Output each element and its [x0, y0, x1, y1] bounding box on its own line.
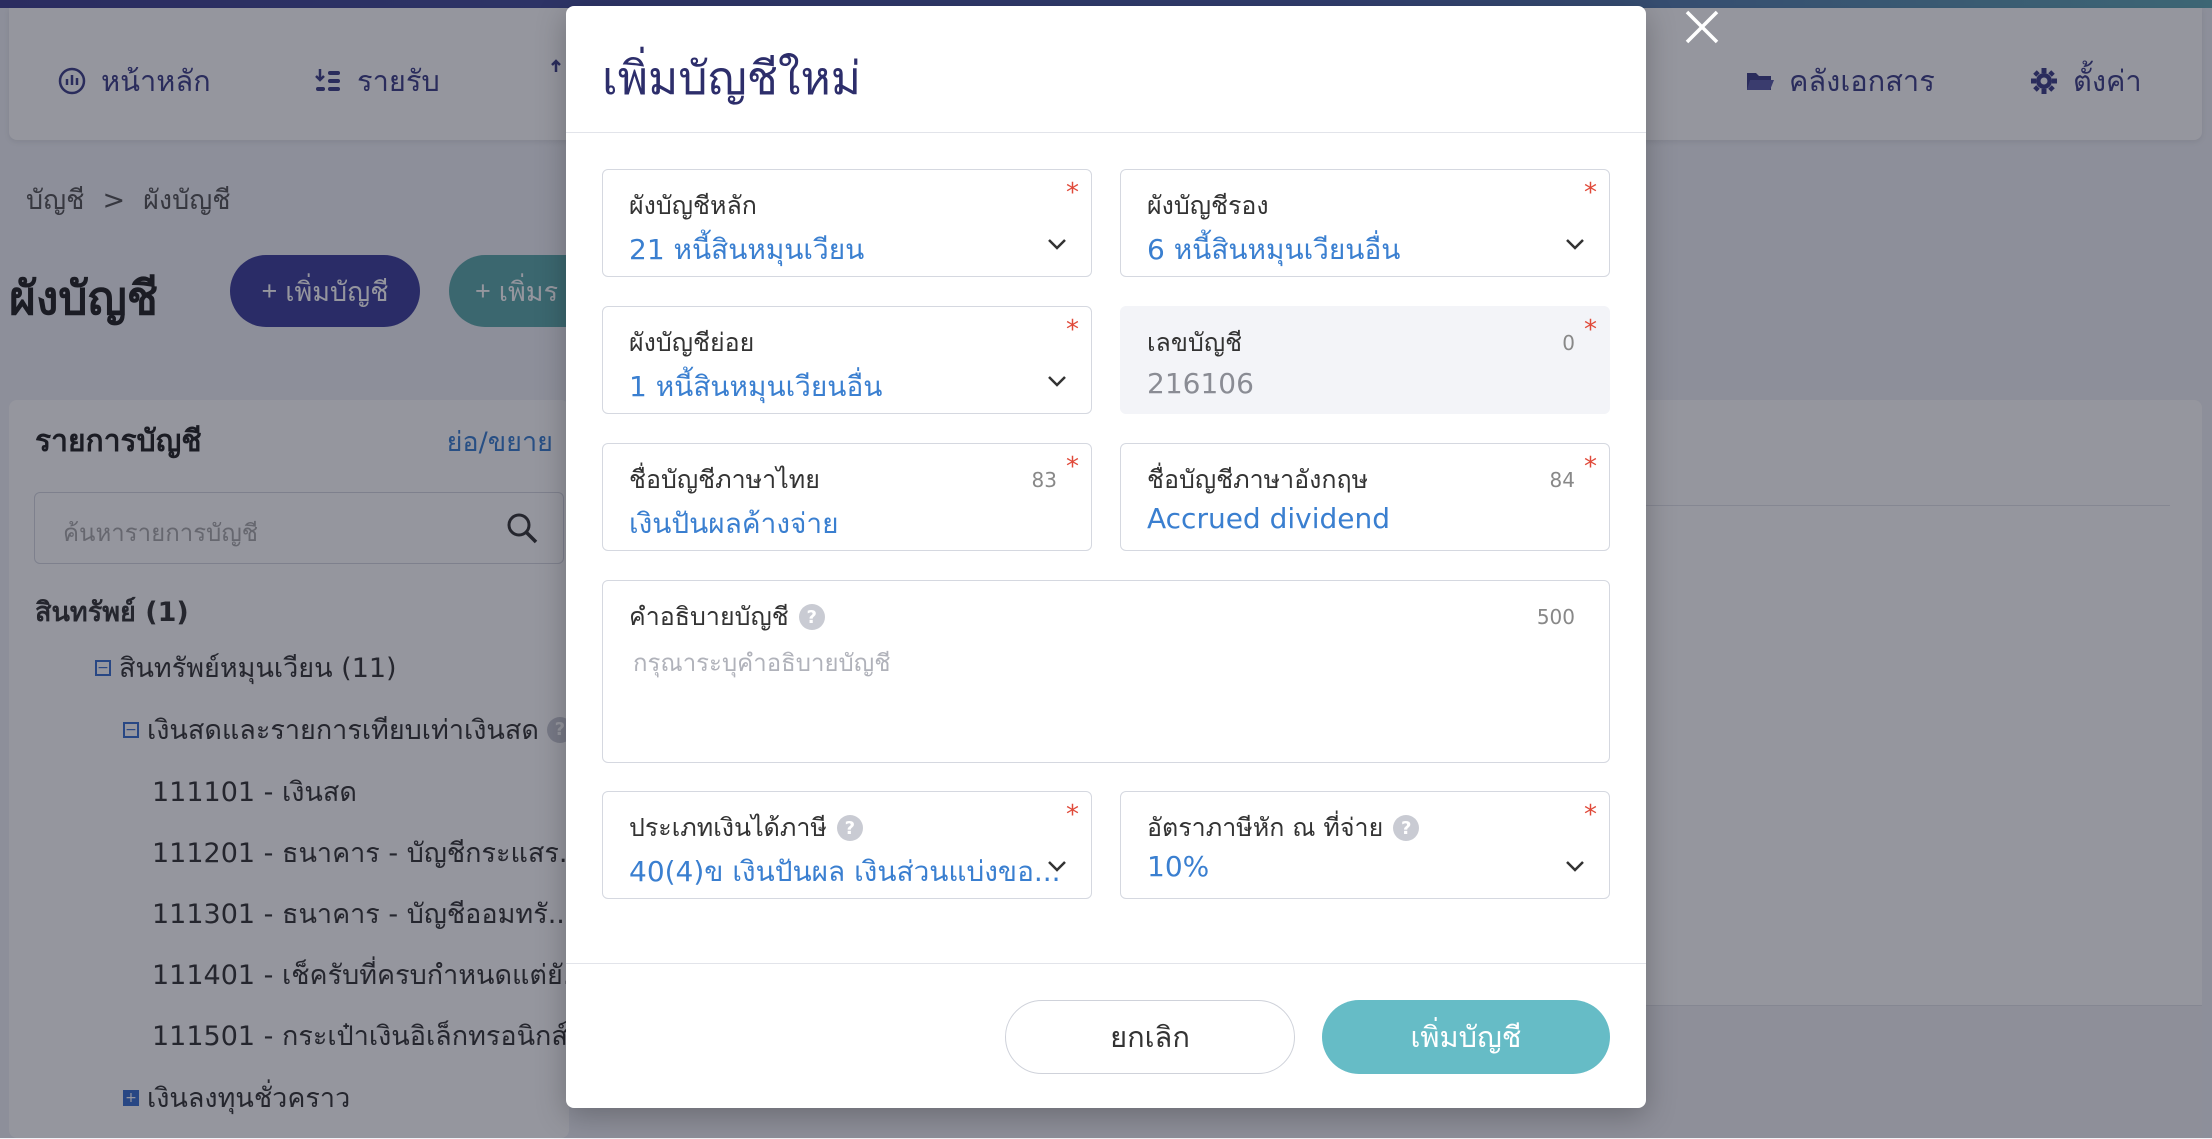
required-mark: *: [1066, 452, 1079, 482]
field-label: อัตราภาษีหัก ณ ที่จ่าย?: [1147, 808, 1420, 848]
english-name-input[interactable]: ชื่อบัญชีภาษาอังกฤษ * 84 Accrued dividen…: [1120, 443, 1610, 551]
chevron-down-icon: [1048, 239, 1066, 250]
field-value: เงินปันผลค้างจ่าย: [629, 507, 839, 540]
description-textarea[interactable]: คำอธิบายบัญชี? 500 กรุณาระบุคำอธิบายบัญช…: [602, 580, 1610, 763]
help-icon[interactable]: ?: [836, 815, 863, 841]
sub-chart-select[interactable]: ผังบัญชีรอง * 6 หนี้สินหมุนเวียนอื่น: [1120, 169, 1610, 277]
thai-name-input[interactable]: ชื่อบัญชีภาษาไทย * 83 เงินปันผลค้างจ่าย: [602, 443, 1092, 551]
cancel-button[interactable]: ยกเลิก: [1005, 1000, 1295, 1074]
add-account-modal: เพิ่มบัญชีใหม่ ผังบัญชีหลัก * 21 หนี้สิน…: [566, 6, 1646, 1108]
close-icon[interactable]: [1683, 8, 1721, 46]
withholding-tax-select[interactable]: อัตราภาษีหัก ณ ที่จ่าย? * 10%: [1120, 791, 1610, 899]
income-type-select[interactable]: ประเภทเงินได้ภาษี? * 40(4)ข เงินปันผล เง…: [602, 791, 1092, 899]
required-mark: *: [1066, 800, 1079, 830]
char-count: 500: [1536, 605, 1575, 629]
field-label: ชื่อบัญชีภาษาอังกฤษ: [1147, 465, 1369, 494]
field-value: 216106: [1147, 367, 1254, 400]
required-mark: *: [1584, 452, 1597, 482]
field-label: ผังบัญชีรอง: [1147, 191, 1269, 220]
field-label: ผังบัญชีย่อย: [629, 328, 755, 357]
field-label: ประเภทเงินได้ภาษี?: [629, 808, 863, 848]
field-label: ชื่อบัญชีภาษาไทย: [629, 465, 820, 494]
help-icon[interactable]: ?: [798, 604, 825, 630]
char-count: 83: [1031, 468, 1057, 492]
minor-chart-select[interactable]: ผังบัญชีย่อย * 1 หนี้สินหมุนเวียนอื่น: [602, 306, 1092, 414]
field-label: คำอธิบายบัญชี?: [629, 597, 825, 637]
char-count: 84: [1549, 468, 1575, 492]
modal-title: เพิ่มบัญชีใหม่: [602, 51, 862, 105]
chevron-down-icon: [1048, 376, 1066, 387]
divider: [566, 132, 1646, 133]
chevron-down-icon: [1566, 861, 1584, 872]
divider: [566, 963, 1646, 964]
field-value: Accrued dividend: [1147, 502, 1391, 535]
main-chart-select[interactable]: ผังบัญชีหลัก * 21 หนี้สินหมุนเวียน: [602, 169, 1092, 277]
account-number-field: เลขบัญชี * 0 216106: [1120, 306, 1610, 414]
required-mark: *: [1584, 800, 1597, 830]
field-label: เลขบัญชี: [1147, 328, 1243, 357]
field-value: 6 หนี้สินหมุนเวียนอื่น: [1147, 233, 1401, 266]
required-mark: *: [1584, 315, 1597, 345]
required-mark: *: [1066, 178, 1079, 208]
field-value: 10%: [1147, 850, 1210, 883]
field-label: ผังบัญชีหลัก: [629, 191, 757, 220]
chevron-down-icon: [1566, 239, 1584, 250]
chevron-down-icon: [1048, 861, 1066, 872]
help-icon[interactable]: ?: [1393, 815, 1420, 841]
field-value: 1 หนี้สินหมุนเวียนอื่น: [629, 370, 883, 403]
field-placeholder: กรุณาระบุคำอธิบายบัญชี: [633, 649, 891, 677]
field-value: 40(4)ข เงินปันผล เงินส่วนแบ่งขอ...: [629, 855, 1061, 888]
required-mark: *: [1584, 178, 1597, 208]
submit-add-account-button[interactable]: เพิ่มบัญชี: [1322, 1000, 1610, 1074]
char-count: 0: [1562, 331, 1575, 355]
required-mark: *: [1066, 315, 1079, 345]
field-value: 21 หนี้สินหมุนเวียน: [629, 233, 865, 266]
